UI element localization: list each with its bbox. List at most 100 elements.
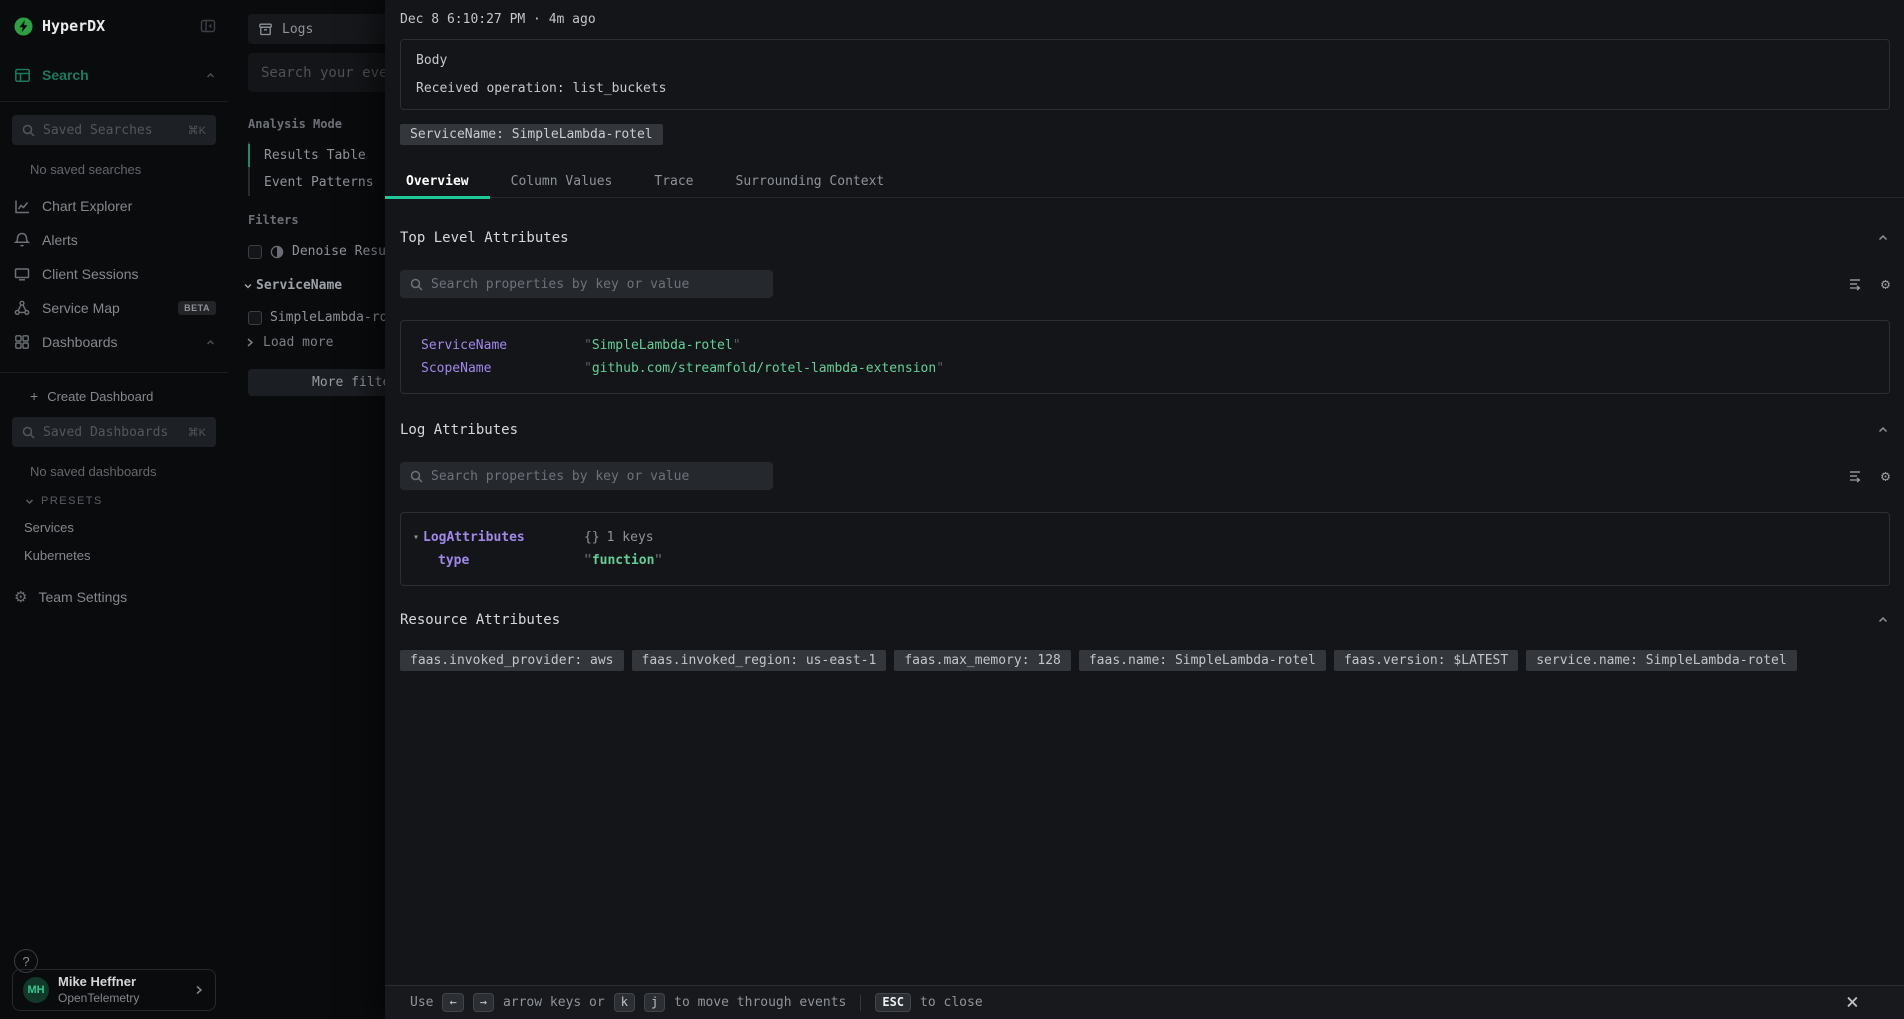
resource-tag[interactable]: service.name: SimpleLambda-rotel: [1526, 650, 1796, 671]
log-attributes-tree: ▾ LogAttributes {} 1 keys type function: [400, 512, 1890, 586]
event-timestamp: Dec 8 6:10:27 PM · 4m ago: [400, 0, 1890, 27]
j-key: j: [644, 993, 665, 1012]
plus-icon: +: [30, 388, 38, 404]
app-root: HyperDX Search Saved Searches ⌘K No save…: [0, 0, 1904, 1019]
panel-content: Dec 8 6:10:27 PM · 4m ago Body Received …: [385, 0, 1904, 985]
tree-root-key[interactable]: LogAttributes: [423, 528, 584, 547]
create-dashboard-label: Create Dashboard: [47, 389, 153, 404]
footer-use-text: Use: [410, 995, 433, 1010]
property-search[interactable]: [400, 462, 773, 490]
collapse-triangle-icon[interactable]: ▾: [413, 528, 423, 547]
search-icon: [410, 278, 423, 291]
sidebar-item-service-map[interactable]: Service Map BETA: [0, 291, 228, 325]
attribute-value[interactable]: SimpleLambda-rotel: [584, 336, 741, 355]
resource-tag[interactable]: faas.invoked_provider: aws: [400, 650, 624, 671]
preset-item-services[interactable]: Services: [24, 520, 228, 535]
sidebar-item-client-sessions[interactable]: Client Sessions: [0, 257, 228, 291]
resource-tag[interactable]: faas.max_memory: 128: [894, 650, 1071, 671]
sidebar-item-label: Chart Explorer: [42, 198, 132, 214]
divider: [0, 372, 228, 373]
collapse-sidebar-icon[interactable]: [200, 18, 216, 34]
attribute-row: ScopeName github.com/streamfold/rotel-la…: [401, 357, 1889, 380]
team-settings-label: Team Settings: [38, 589, 127, 605]
event-body-box: Body Received operation: list_buckets: [400, 39, 1890, 110]
resource-tag[interactable]: faas.invoked_region: us-east-1: [632, 650, 887, 671]
left-arrow-key: ←: [442, 993, 463, 1012]
body-label: Body: [416, 53, 1874, 68]
property-search[interactable]: [400, 270, 773, 298]
shortcut-hint: ⌘K: [188, 124, 206, 137]
sidebar-item-team-settings[interactable]: ⚙ Team Settings: [14, 589, 228, 605]
search-icon: [22, 124, 35, 137]
sidebar-item-chart-explorer[interactable]: Chart Explorer: [0, 189, 228, 223]
footer-move-text: to move through events: [674, 995, 846, 1010]
attribute-key[interactable]: ScopeName: [421, 359, 584, 378]
attribute-key[interactable]: ServiceName: [421, 336, 584, 355]
shortcut-hint: ⌘K: [188, 426, 206, 439]
property-search-input[interactable]: [431, 277, 763, 292]
service-name-tag[interactable]: ServiceName: SimpleLambda-rotel: [400, 124, 663, 145]
monitor-icon: [14, 266, 31, 282]
tab-trace[interactable]: Trace: [633, 165, 714, 197]
create-dashboard-button[interactable]: + Create Dashboard: [30, 388, 228, 404]
sidebar-item-dashboards[interactable]: Dashboards: [0, 325, 228, 359]
logs-source-icon: [258, 22, 273, 37]
collapse-section-icon[interactable]: [1876, 423, 1890, 437]
resource-attribute-tags: faas.invoked_provider: aws faas.invoked_…: [400, 650, 1890, 671]
footer-close-text: to close: [920, 995, 983, 1010]
search-icon: [410, 470, 423, 483]
user-org: OpenTelemetry: [58, 991, 139, 1006]
attribute-value[interactable]: function: [584, 551, 662, 570]
filter-lines-icon[interactable]: [1848, 469, 1864, 483]
user-menu[interactable]: MH Mike Heffner OpenTelemetry: [12, 969, 216, 1011]
resource-tag[interactable]: faas.name: SimpleLambda-rotel: [1079, 650, 1326, 671]
sidebar-item-label: Dashboards: [42, 334, 118, 350]
tree-root-meta: {} 1 keys: [584, 528, 654, 547]
collapse-section-icon[interactable]: [1876, 231, 1890, 245]
braces-icon: {}: [584, 530, 600, 545]
source-label: Logs: [282, 22, 313, 37]
resource-tag[interactable]: faas.version: $LATEST: [1334, 650, 1518, 671]
tab-overview[interactable]: Overview: [385, 165, 490, 197]
chevron-up-icon: [205, 337, 216, 348]
sidebar-item-label: Search: [42, 67, 89, 83]
right-arrow-key: →: [473, 993, 494, 1012]
section-log-attributes-header: Log Attributes: [400, 422, 1890, 438]
close-icon[interactable]: ×: [1846, 990, 1859, 1016]
attribute-value[interactable]: github.com/streamfold/rotel-lambda-exten…: [584, 359, 944, 378]
log-attributes-search-row: ⚙: [400, 462, 1890, 490]
preset-item-kubernetes[interactable]: Kubernetes: [24, 548, 228, 563]
hyperdx-logo-icon: [14, 17, 33, 36]
collapse-section-icon[interactable]: [1876, 613, 1890, 627]
brand-title: HyperDX: [42, 17, 105, 35]
presets-label: PRESETS: [41, 495, 103, 507]
saved-dashboards-input[interactable]: Saved Dashboards ⌘K: [12, 417, 216, 447]
bell-icon: [14, 232, 31, 248]
gear-icon[interactable]: ⚙: [1881, 277, 1890, 292]
tab-surrounding-context[interactable]: Surrounding Context: [715, 165, 906, 197]
denoise-checkbox[interactable]: [248, 245, 262, 259]
brand-row: HyperDX: [14, 14, 216, 38]
search-grid-icon: [14, 67, 31, 84]
saved-searches-placeholder: Saved Searches: [43, 123, 188, 138]
panel-footer: Use ← → arrow keys or k j to move throug…: [385, 985, 1904, 1019]
top-level-attributes-table: ServiceName SimpleLambda-rotel ScopeName…: [400, 320, 1890, 394]
body-text: Received operation: list_buckets: [416, 81, 1874, 96]
esc-key: ESC: [875, 993, 911, 1012]
chevron-down-icon: [24, 496, 35, 507]
no-saved-searches-text: No saved searches: [30, 162, 228, 177]
chevron-down-icon: [242, 280, 254, 292]
service-checkbox[interactable]: [248, 311, 262, 325]
presets-toggle[interactable]: PRESETS: [24, 495, 228, 507]
tab-column-values[interactable]: Column Values: [490, 165, 634, 197]
section-actions: ⚙: [1848, 469, 1890, 484]
property-search-input[interactable]: [431, 469, 763, 484]
attribute-key[interactable]: type: [438, 551, 584, 570]
filter-lines-icon[interactable]: [1848, 277, 1864, 291]
sidebar-item-alerts[interactable]: Alerts: [0, 223, 228, 257]
gear-icon[interactable]: ⚙: [1881, 469, 1890, 484]
search-icon: [22, 426, 35, 439]
saved-searches-input[interactable]: Saved Searches ⌘K: [12, 115, 216, 145]
sidebar-item-search[interactable]: Search: [14, 62, 216, 88]
keys-count: 1 keys: [607, 530, 654, 545]
